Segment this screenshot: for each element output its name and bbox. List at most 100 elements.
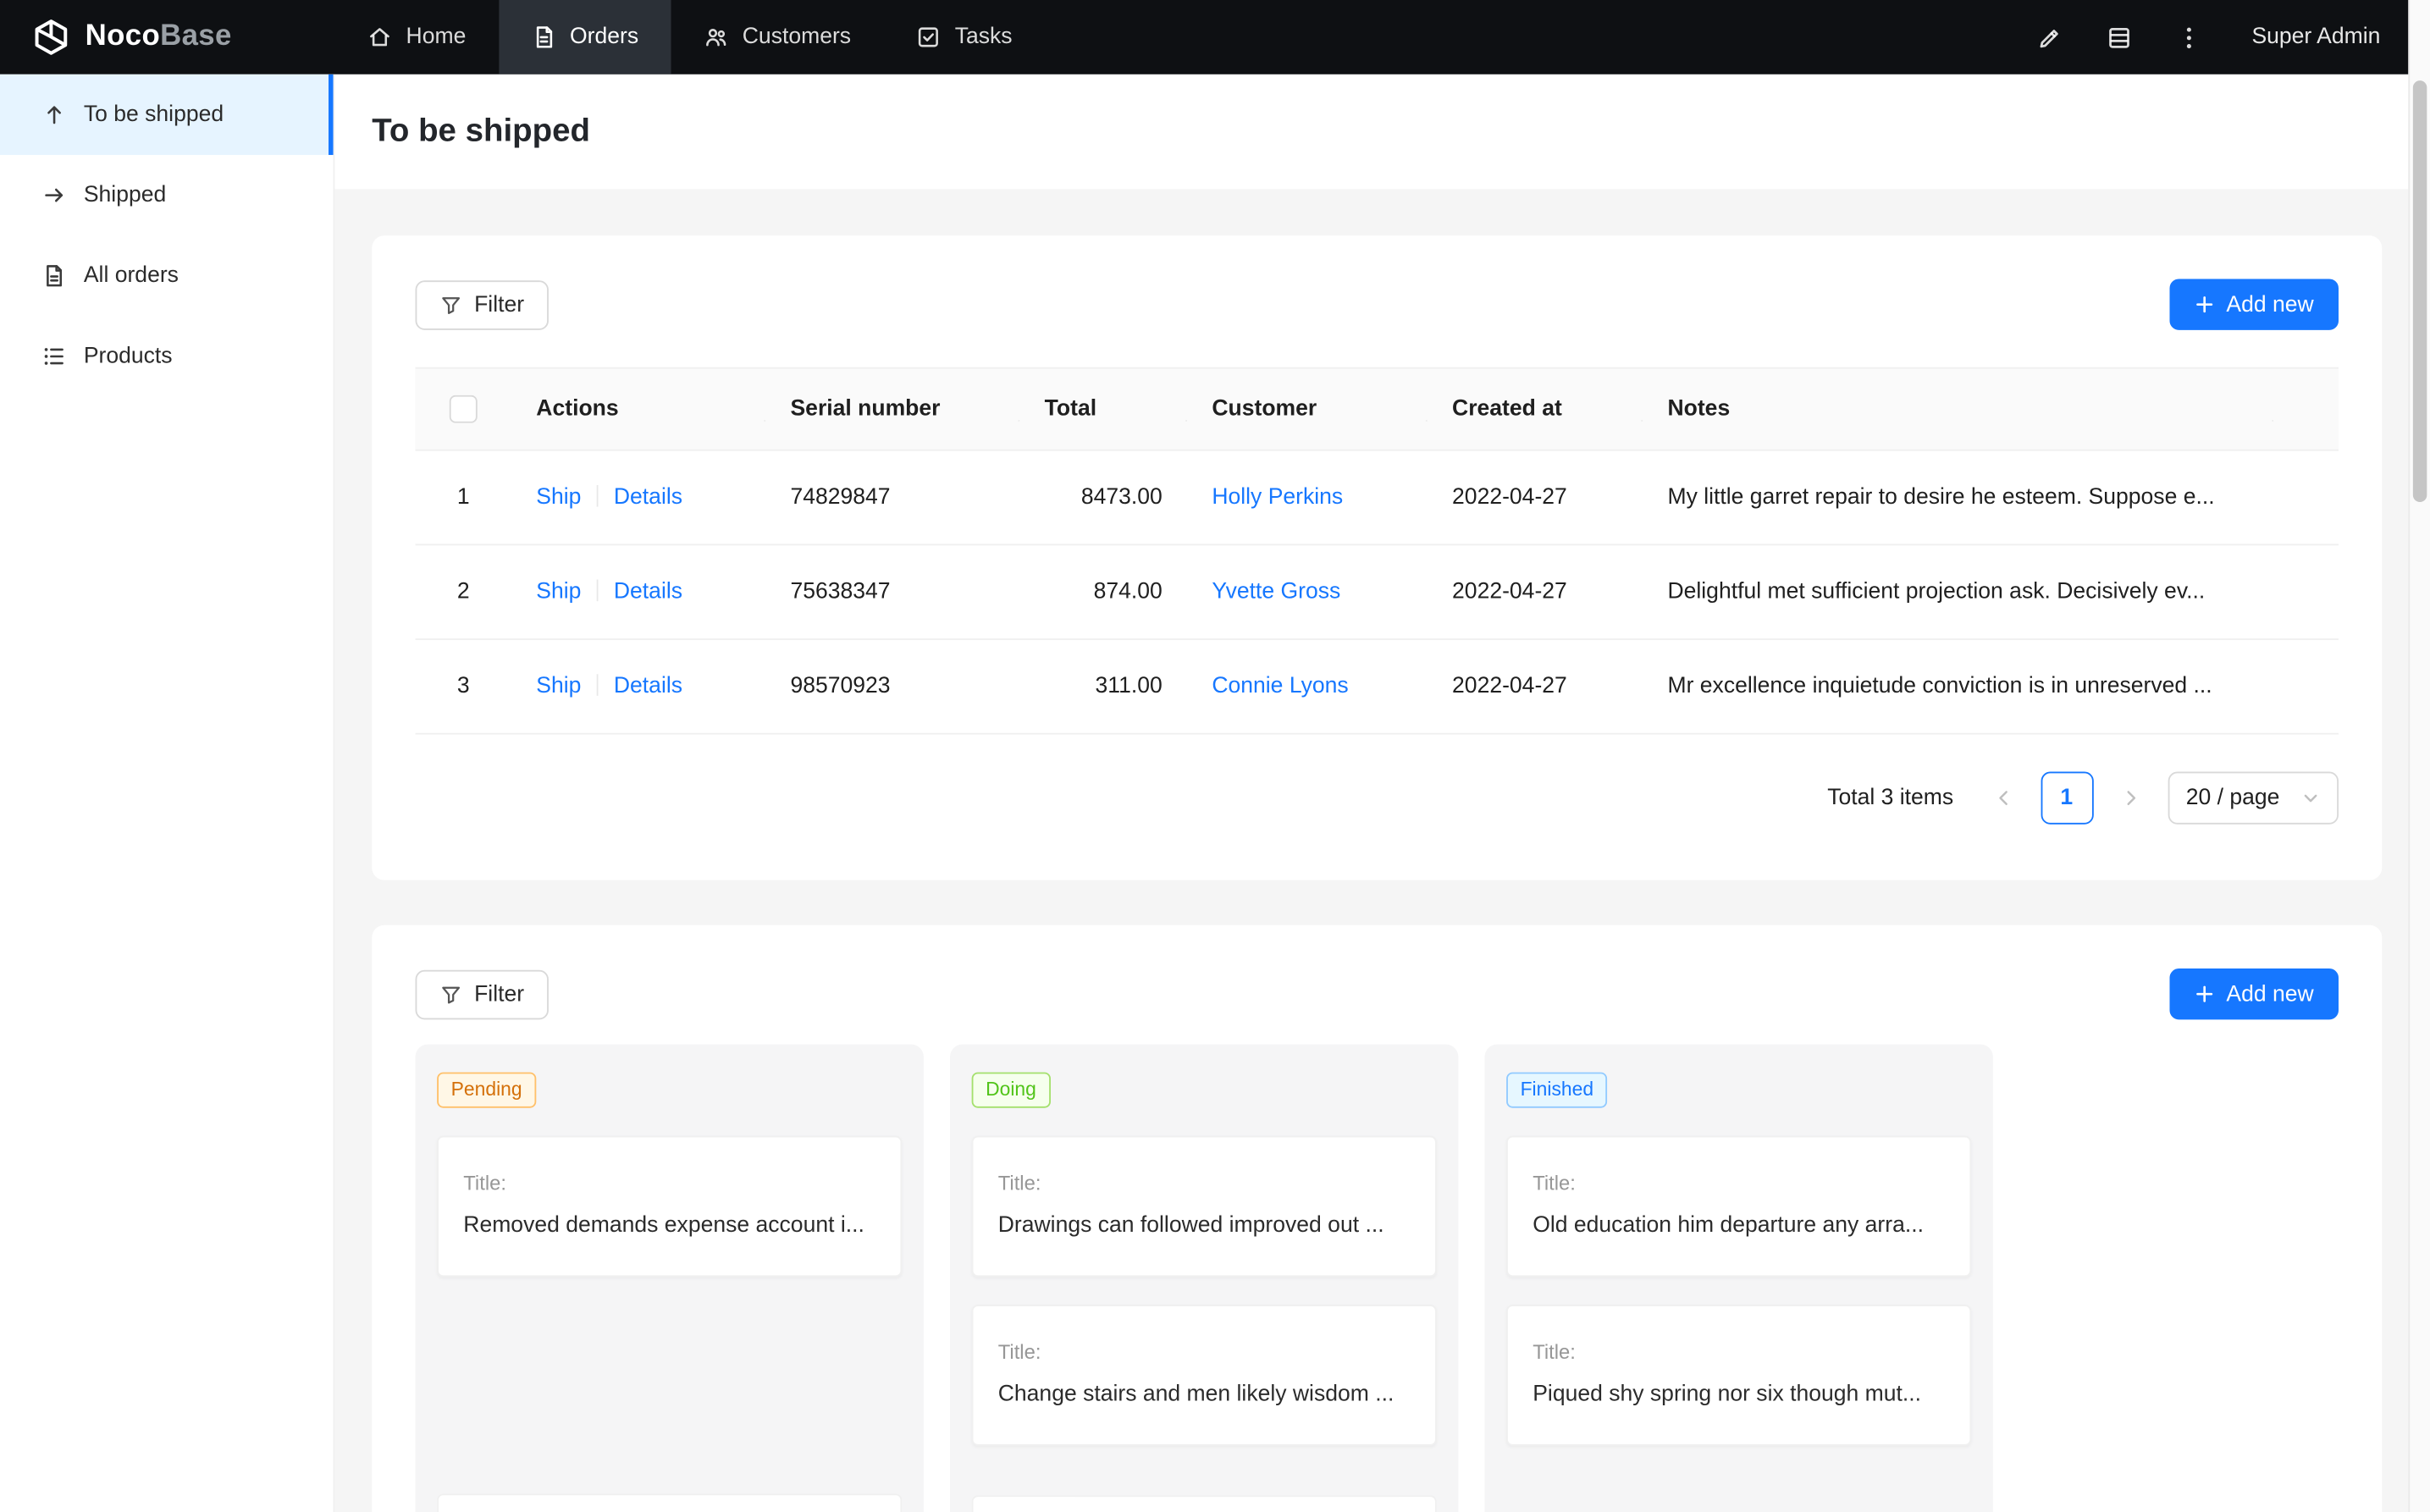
page-title: To be shipped [372,113,590,151]
nav-tab-tasks[interactable]: Tasks [884,0,1046,74]
card-field-label: Title: [1533,1338,1945,1365]
collections-button[interactable] [2085,0,2154,74]
column-header-notes[interactable]: Notes [1643,397,2273,422]
card-title: Piqued shy spring nor six though mut... [1533,1379,1945,1411]
action-divider [597,485,599,507]
page-size-select[interactable]: 20 / page [2168,772,2339,825]
sidebar-item-products[interactable]: Products [0,316,334,396]
kanban-card-item[interactable]: Title: Change stairs and men likely wisd… [972,1305,1437,1446]
filter-button-label: Filter [474,982,524,1007]
nav-tab-orders[interactable]: Orders [499,0,671,74]
customer-link[interactable]: Holly Perkins [1212,485,1343,510]
customer-link[interactable]: Connie Lyons [1212,674,1348,698]
notes-cell: Delightful met sufficient projection ask… [1643,580,2273,604]
kanban-column-finished: Finished Title: Old education him depart… [1484,1045,1992,1512]
customer-link[interactable]: Yvette Gross [1212,580,1340,604]
filter-icon [440,983,462,1005]
page-size-value: 20 / page [2186,786,2280,810]
prev-page-button[interactable] [1978,773,2028,823]
kanban-add-new-button[interactable]: Add new [2169,968,2339,1019]
serial-number-cell: 75638347 [765,580,1019,604]
ship-action-link[interactable]: Ship [536,674,581,698]
ui-editor-button[interactable] [2014,0,2084,74]
kanban-card-item-partial[interactable] [437,1493,902,1512]
serial-number-cell: 74829847 [765,485,1019,510]
action-divider [597,580,599,602]
nav-tab-label: Home [406,25,467,49]
column-header-serial-number[interactable]: Serial number [765,397,1019,422]
card-field-label: Title: [998,1170,1411,1196]
main-area: To be shipped Filter Add new [334,74,2408,1512]
arrow-up-icon [41,102,66,127]
card-title: Removed demands expense account i... [463,1211,875,1243]
row-index: 2 [457,580,470,604]
kanban-filter-button[interactable]: Filter [416,969,550,1019]
card-title: Drawings can followed improved out ... [998,1211,1411,1243]
column-header-created-at[interactable]: Created at [1428,397,1643,422]
ship-action-link[interactable]: Ship [536,485,581,510]
kanban-card-item[interactable]: Title: Piqued shy spring nor six though … [1506,1305,1971,1446]
column-header-total[interactable]: Total [1019,397,1187,422]
nav-right-actions: Super Admin [2014,0,2395,74]
tasks-kanban-card: Filter Add new Pending Title [372,925,2382,1512]
status-badge: Doing [972,1073,1051,1108]
page-number-button[interactable]: 1 [2041,772,2093,825]
chevron-left-icon [1994,789,2013,808]
row-index: 3 [457,674,470,698]
kanban-card-item[interactable]: Title: Removed demands expense account i… [437,1136,902,1277]
nav-tab-home[interactable]: Home [334,0,498,74]
select-all-checkbox[interactable] [450,395,478,423]
sidebar-item-shipped[interactable]: Shipped [0,155,334,235]
scrollbar[interactable] [2408,0,2430,1512]
status-badge: Finished [1506,1073,1607,1108]
ship-action-link[interactable]: Ship [536,580,581,604]
details-action-link[interactable]: Details [614,485,682,510]
more-menu-button[interactable] [2154,0,2223,74]
plus-icon [2194,984,2214,1004]
orders-table: Actions Serial number Total Customer Cre… [416,367,2339,735]
plus-icon [2194,295,2214,315]
top-nav: NocoBase Home Orders Customers Tasks [0,0,2408,74]
sidebar-item-label: All orders [84,263,179,288]
nocobase-logo-icon [31,17,72,58]
column-header-actions[interactable]: Actions [511,397,765,422]
details-action-link[interactable]: Details [614,674,682,698]
sidebar-item-all-orders[interactable]: All orders [0,235,334,316]
status-badge: Pending [437,1073,536,1108]
brand[interactable]: NocoBase [0,17,334,58]
orders-icon [531,25,555,49]
add-new-button[interactable]: Add new [2169,279,2339,329]
action-divider [597,674,599,696]
row-index: 1 [457,485,470,510]
kanban-column-pending: Pending Title: Removed demands expense a… [416,1045,924,1512]
nav-tab-customers[interactable]: Customers [671,0,884,74]
total-cell: 311.00 [1019,674,1187,698]
highlighter-icon [2036,24,2063,50]
pagination: Total 3 items 1 20 / page [416,772,2339,825]
details-action-link[interactable]: Details [614,580,682,604]
sidebar-item-label: Products [84,344,173,368]
kanban-card-item-partial[interactable] [972,1495,1437,1512]
total-cell: 8473.00 [1019,485,1187,510]
created-at-cell: 2022-04-27 [1428,580,1643,604]
scrollbar-thumb[interactable] [2413,80,2427,502]
sidebar-item-to-be-shipped[interactable]: To be shipped [0,74,334,155]
table-header-row: Actions Serial number Total Customer Cre… [416,367,2339,451]
more-icon [2176,24,2202,50]
table-row: 3 ShipDetails 98570923 311.00 Connie Lyo… [416,640,2339,735]
user-menu[interactable]: Super Admin [2224,25,2396,49]
app-window: NocoBase Home Orders Customers Tasks [0,0,2430,1512]
add-new-button-label: Add new [2226,982,2313,1007]
customers-icon [704,25,728,49]
filter-button[interactable]: Filter [416,279,550,329]
column-header-customer[interactable]: Customer [1187,397,1428,422]
next-page-button[interactable] [2106,773,2156,823]
orders-table-card: Filter Add new Actions Serial n [372,235,2382,880]
total-cell: 874.00 [1019,580,1187,604]
sidebar-item-label: To be shipped [84,102,224,127]
notes-cell: Mr excellence inquietude conviction is i… [1643,674,2273,698]
filter-button-label: Filter [474,292,524,317]
page-content: Filter Add new Actions Serial n [334,189,2408,1512]
kanban-card-item[interactable]: Title: Drawings can followed improved ou… [972,1136,1437,1277]
kanban-card-item[interactable]: Title: Old education him departure any a… [1506,1136,1971,1277]
